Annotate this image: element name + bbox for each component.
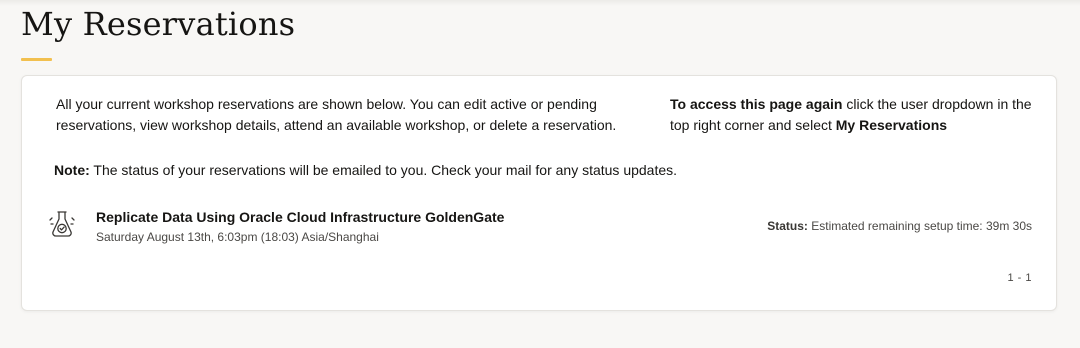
status-text: Estimated remaining setup time: 39m 30s: [807, 219, 1032, 233]
title-accent-underline: [21, 58, 52, 61]
status-label: Status:: [767, 219, 808, 233]
access-instructions: To access this page again click the user…: [670, 94, 1040, 136]
lab-flask-icon: [48, 210, 76, 240]
reservation-item[interactable]: Replicate Data Using Oracle Cloud Infras…: [48, 206, 1032, 246]
reservation-status: Status: Estimated remaining setup time: …: [767, 217, 1032, 235]
intro-description: All your current workshop reservations a…: [56, 96, 617, 133]
pagination-range: 1 - 1: [1007, 272, 1032, 284]
reservation-title[interactable]: Replicate Data Using Oracle Cloud Infras…: [96, 207, 504, 227]
page-title: My Reservations: [21, 5, 296, 43]
access-instructions-menu-name: My Reservations: [835, 117, 948, 133]
note-label: Note:: [54, 162, 90, 178]
status-note: Note: The status of your reservations wi…: [54, 160, 677, 181]
reservations-card: All your current workshop reservations a…: [21, 75, 1057, 311]
note-text: The status of your reservations will be …: [89, 162, 678, 178]
reservation-date: Saturday August 13th, 6:03pm (18:03) Asi…: [96, 230, 379, 244]
access-instructions-bold: To access this page again: [670, 96, 843, 112]
